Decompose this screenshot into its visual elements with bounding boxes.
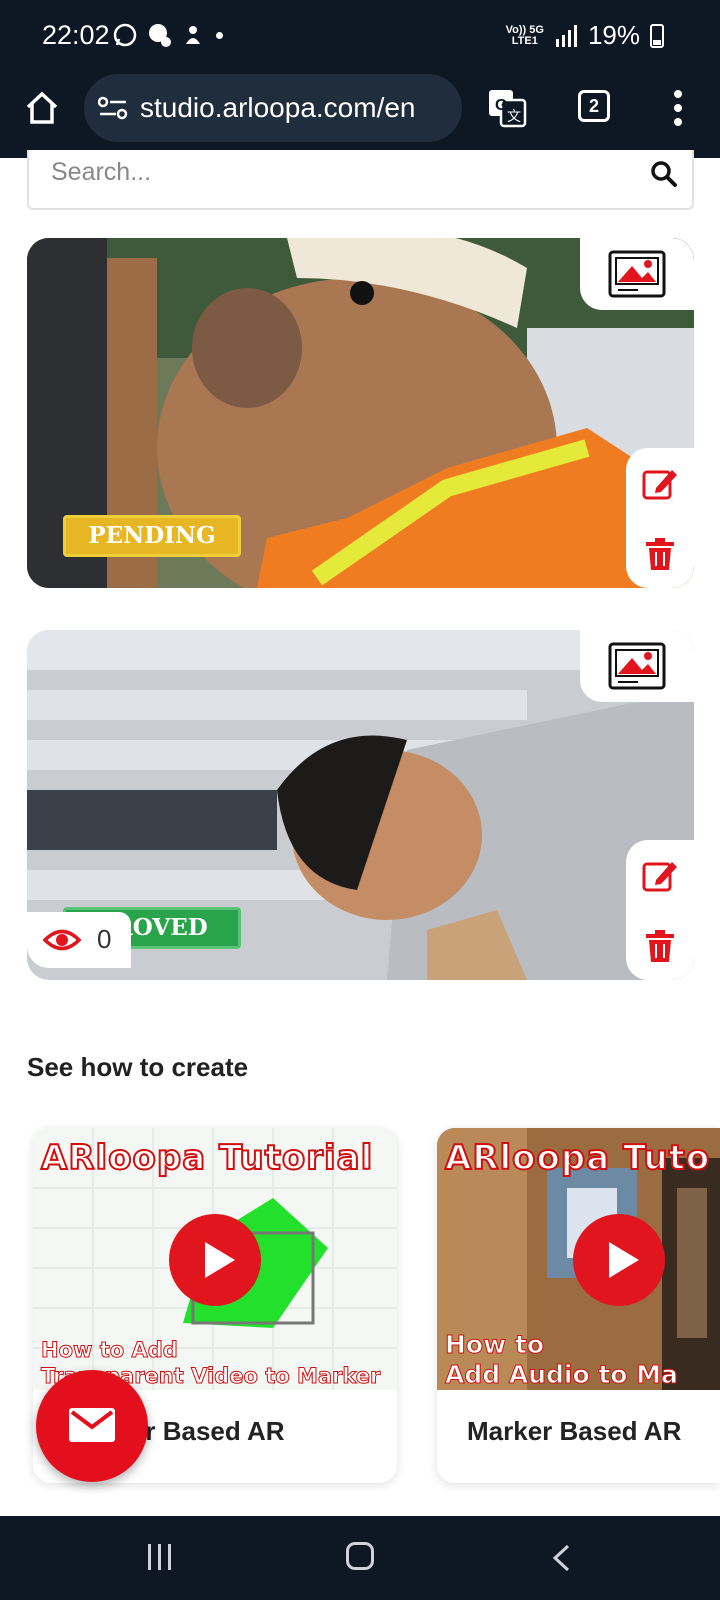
card-actions xyxy=(626,448,694,588)
translate-icon[interactable]: G文 xyxy=(487,88,527,128)
edit-icon[interactable] xyxy=(642,466,678,500)
section-title: See how to create xyxy=(27,1052,249,1082)
status-badge-pending: PENDING xyxy=(63,515,241,557)
play-icon[interactable] xyxy=(169,1214,261,1306)
network-label: Vo)) 5G LTE1 xyxy=(505,23,544,47)
search-input[interactable]: Search... xyxy=(27,150,694,210)
delete-icon[interactable] xyxy=(646,930,674,962)
tutorial-thumbnail[interactable]: ARloopa Tutorial How to Add Transparent … xyxy=(33,1128,397,1390)
edit-icon[interactable] xyxy=(642,858,678,892)
tutorial-thumb-subtitle: How to xyxy=(444,1330,545,1360)
search-icon[interactable] xyxy=(650,160,678,188)
tab-switcher-button[interactable]: 2 xyxy=(578,90,610,122)
url-text: studio.arloopa.com/en xyxy=(140,92,416,123)
project-card[interactable]: PROVED 0 xyxy=(27,630,694,980)
eye-icon xyxy=(43,929,81,951)
home-icon[interactable] xyxy=(24,90,60,126)
views-counter: 0 xyxy=(27,912,131,968)
back-icon[interactable] xyxy=(551,1544,571,1572)
status-right: Vo)) 5G LTE1 19% xyxy=(506,20,664,51)
more-options-icon[interactable] xyxy=(672,88,684,128)
notification-icons xyxy=(112,22,206,48)
image-type-badge xyxy=(580,238,694,310)
play-icon[interactable] xyxy=(573,1214,665,1306)
image-type-badge xyxy=(580,630,694,702)
project-card[interactable]: PENDING xyxy=(27,238,694,588)
mail-icon xyxy=(69,1408,115,1442)
tutorial-thumb-subtitle: How to Add xyxy=(41,1338,179,1363)
app-notification-icon xyxy=(180,22,206,48)
battery-icon xyxy=(650,23,664,48)
whatsapp-icon xyxy=(112,22,138,48)
status-time: 22:02 xyxy=(42,20,110,50)
tutorial-thumb-subtitle: Add Audio to Ma xyxy=(445,1360,679,1390)
search-placeholder: Search... xyxy=(51,158,152,186)
delete-icon[interactable] xyxy=(646,538,674,570)
system-navigation-bar xyxy=(0,1516,720,1600)
recent-apps-icon[interactable] xyxy=(146,1544,174,1570)
site-settings-icon[interactable] xyxy=(98,96,128,120)
more-notifications-dot xyxy=(216,32,223,39)
battery-percent: 19% xyxy=(587,20,640,50)
contact-email-button[interactable] xyxy=(36,1370,148,1482)
tutorial-thumb-title: ARloopa Tutorial xyxy=(40,1137,374,1179)
image-icon xyxy=(608,642,666,690)
tutorial-thumbnail[interactable]: ARloopa Tuto How to Add Audio to Ma xyxy=(437,1128,720,1390)
home-nav-icon[interactable] xyxy=(346,1542,374,1570)
svg-text:文: 文 xyxy=(507,108,521,124)
signal-icon xyxy=(555,24,577,47)
chat-app-icon xyxy=(146,22,172,48)
address-bar[interactable]: studio.arloopa.com/en xyxy=(84,74,462,142)
browser-toolbar: studio.arloopa.com/en G文 2 xyxy=(0,74,720,158)
views-count: 0 xyxy=(97,924,112,954)
tutorial-thumb-title: ARloopa Tuto xyxy=(444,1137,711,1179)
tutorial-card[interactable]: ARloopa Tuto How to Add Audio to Ma Mark… xyxy=(437,1128,720,1483)
card-actions xyxy=(626,840,694,980)
svg-text:G: G xyxy=(495,97,507,114)
status-bar: 22:02 Vo)) 5G LTE1 19% xyxy=(0,0,720,74)
image-icon xyxy=(608,250,666,298)
tutorial-label: Marker Based AR xyxy=(467,1416,682,1446)
